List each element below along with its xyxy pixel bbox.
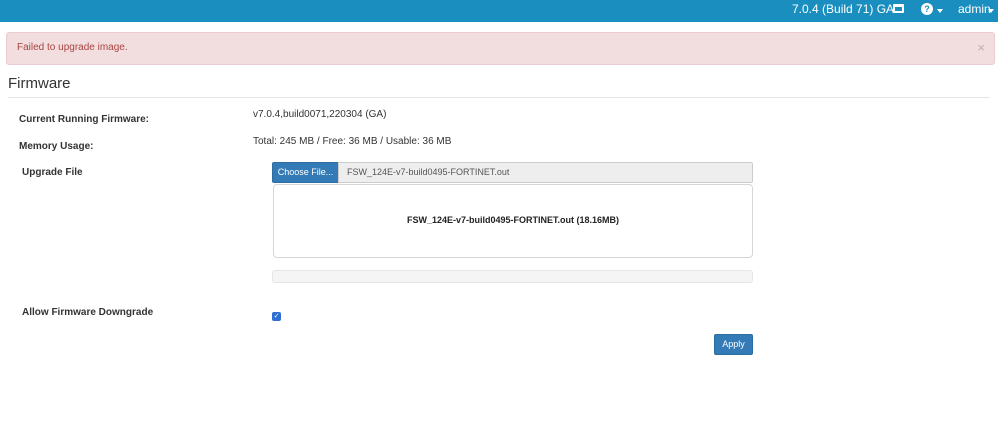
upload-progress-bar — [272, 270, 753, 283]
close-icon[interactable]: × — [977, 40, 985, 55]
top-navbar: 7.0.4 (Build 71) GA ? admin — [0, 0, 998, 22]
file-name-field: FSW_124E-v7-build0495-FORTINET.out — [338, 162, 753, 183]
monitor-icon[interactable] — [893, 4, 904, 13]
dropzone-file-name: FSW_124E-v7-build0495-FORTINET.out (18.1… — [406, 215, 620, 225]
file-dropzone[interactable]: FSW_124E-v7-build0495-FORTINET.out (18.1… — [273, 184, 753, 258]
chevron-down-icon[interactable] — [988, 9, 994, 13]
chevron-down-icon[interactable] — [937, 9, 943, 13]
divider — [8, 97, 990, 98]
current-firmware-value: v7.0.4,build0071,220304 (GA) — [253, 109, 387, 120]
user-menu[interactable]: admin — [958, 2, 991, 16]
page-title: Firmware — [8, 75, 71, 92]
choose-file-button[interactable]: Choose File... — [272, 162, 339, 183]
memory-usage-label: Memory Usage: — [19, 141, 94, 152]
current-firmware-label: Current Running Firmware: — [19, 114, 150, 125]
help-icon[interactable]: ? — [921, 3, 933, 15]
memory-usage-value: Total: 245 MB / Free: 36 MB / Usable: 36… — [253, 136, 452, 147]
error-alert: Failed to upgrade image. × — [6, 32, 995, 65]
apply-button[interactable]: Apply — [714, 334, 753, 355]
allow-downgrade-checkbox[interactable]: ✓ — [272, 312, 281, 321]
firmware-version: 7.0.4 (Build 71) GA — [792, 2, 895, 16]
allow-downgrade-label: Allow Firmware Downgrade — [22, 307, 154, 318]
upgrade-file-label: Upgrade File — [22, 167, 83, 178]
alert-message: Failed to upgrade image. — [17, 42, 128, 53]
